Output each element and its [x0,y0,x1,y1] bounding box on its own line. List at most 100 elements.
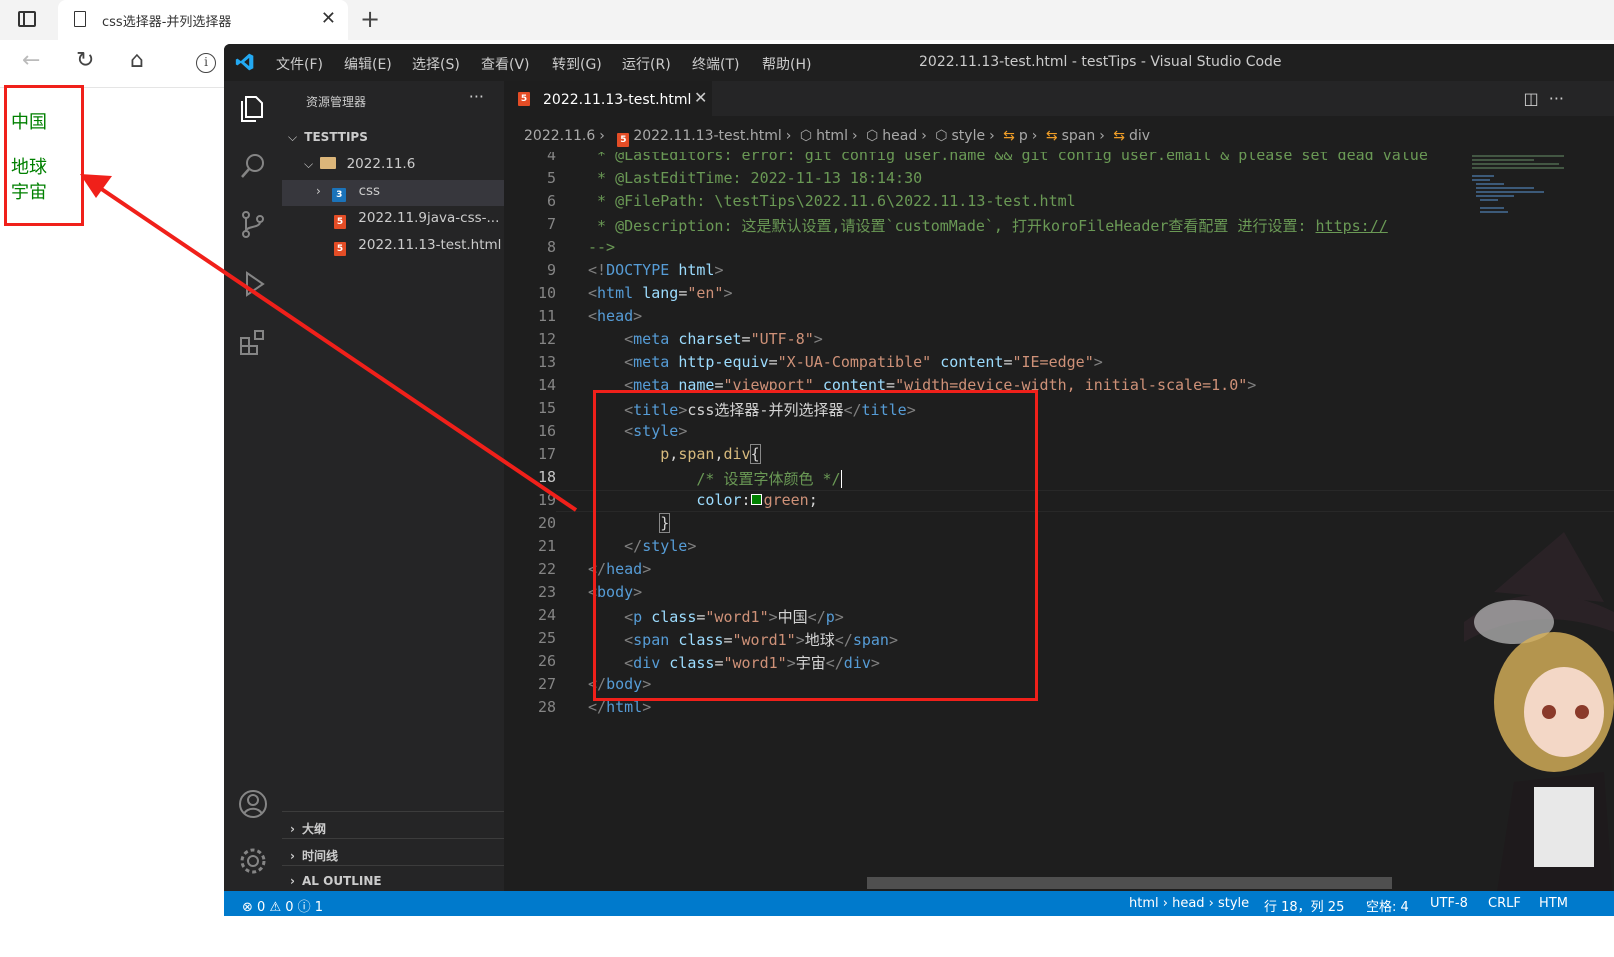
menu-view[interactable]: 查看(V) [481,54,530,74]
element-icon: ⬡ [866,128,879,144]
line-number: 26 [537,652,556,670]
line-number: 12 [537,330,556,348]
code-line: <meta name="viewport" content="width=dev… [624,376,1257,394]
tree-folder-2022-11-6[interactable]: ⌵ 2022.11.6 [282,154,504,178]
code-line: <div class="word1">宇宙</div> [624,654,880,672]
end-of-line[interactable]: CRLF [1488,896,1521,911]
color-swatch[interactable] [750,494,762,505]
tree-file-test-html[interactable]: 5 2022.11.13-test.html [282,235,504,259]
explorer-title: 资源管理器 [306,95,367,109]
menu-file[interactable]: 文件(F) [276,54,323,74]
more-actions-icon[interactable]: ··· [469,87,484,106]
line-number: 15 [537,399,556,417]
encoding[interactable]: UTF-8 [1430,896,1468,911]
line-number: 10 [537,284,556,302]
panel-timeline[interactable]: › 时间线 [282,838,504,864]
vscode-window: 文件(F) 编辑(E) 选择(S) 查看(V) 转到(G) 运行(R) 终端(T… [224,44,1614,916]
indentation[interactable]: 空格: 4 [1366,896,1409,915]
line-number: 4 [546,152,556,164]
breadcrumb-item[interactable]: div [1129,128,1150,144]
element-icon: ⬡ [799,128,813,144]
line-number: 23 [537,583,556,601]
vscode-logo-icon [235,53,254,71]
menu-run[interactable]: 运行(R) [622,54,671,74]
code-line: <p class="word1">中国</p> [624,608,844,626]
line-number: 18 [537,468,556,486]
breadcrumb-item[interactable]: 2022.11.13-test.html [633,128,781,144]
code-line: <title>css选择器-并列选择器</title> [624,401,916,419]
tab-actions-icon[interactable] [18,11,36,27]
menu-selection[interactable]: 选择(S) [412,54,460,74]
breadcrumb-item[interactable]: span [1062,128,1096,144]
word-universe: 宇宙 [11,182,47,203]
code-line: <meta http-equiv="X-UA-Compatible" conte… [624,353,1103,371]
selector-icon: ⇆ [1045,128,1058,144]
run-debug-icon[interactable] [236,267,270,301]
editor-tab[interactable]: 5 2022.11.13-test.html ✕ [504,81,712,116]
menu-go[interactable]: 转到(G) [552,54,602,74]
menu-edit[interactable]: 编辑(E) [344,54,392,74]
line-number: 6 [546,192,556,210]
back-icon[interactable]: ← [22,48,40,73]
split-editor-icon[interactable]: ◫ ··· [1523,89,1564,108]
html5-file-icon: 5 [334,242,346,256]
tree-file-java-css[interactable]: 5 2022.11.9java-css-... [282,208,504,232]
explorer-icon[interactable] [236,91,270,125]
browser-tab-strip: css选择器-并列选择器 ✕ + [0,0,1614,40]
problems-status[interactable]: ⊗ 0 ⚠ 0 ⓘ 1 [242,896,323,915]
menu-terminal[interactable]: 终端(T) [692,54,739,74]
extensions-icon[interactable] [236,326,270,360]
document-icon [74,11,86,27]
status-bar: ⊗ 0 ⚠ 0 ⓘ 1 html › head › style 行 18，列 2… [224,891,1614,916]
status-path[interactable]: html › head › style [1129,896,1249,911]
code-line: <style> [624,422,688,440]
editor-tab-label: 2022.11.13-test.html [543,92,692,108]
settings-gear-icon[interactable] [236,844,270,878]
breadcrumb-item[interactable]: 2022.11.6 [524,128,595,144]
html5-file-icon: 5 [334,215,346,229]
panel-label: AL OUTLINE [302,874,382,888]
folder-icon [320,157,337,169]
menu-help[interactable]: 帮助(H) [762,54,811,74]
panel-outline[interactable]: › 大纲 [282,811,504,837]
code-line: /* 设置字体颜色 */ [696,470,842,488]
tree-folder-css[interactable]: › 3 css [282,180,504,206]
refresh-icon[interactable]: ↻ [76,48,94,73]
breadcrumb-item[interactable]: p [1019,128,1028,144]
title-bar: 文件(F) 编辑(E) 选择(S) 查看(V) 转到(G) 运行(R) 终端(T… [224,44,1614,81]
editor-tabs: 5 2022.11.13-test.html ✕ ◫ ··· [504,81,1614,116]
chevron-down-icon: ⌵ [288,130,298,144]
search-icon[interactable] [236,149,270,183]
code-editor[interactable]: 4 5 6 7 8 9 10 11 12 13 14 15 16 17 18 19 20 21 22 23 24 25 26… [504,152,1614,891]
line-number: 13 [537,353,556,371]
mascot-decoration [1464,532,1614,891]
breadcrumb-item[interactable]: head [882,128,917,144]
site-info-icon[interactable]: i [196,53,216,73]
line-number: 5 [546,169,556,187]
line-number: 21 [537,537,556,555]
cursor-position[interactable]: 行 18，列 25 [1264,896,1344,915]
folder-label: css [358,183,381,199]
horizontal-scrollbar[interactable] [867,877,1392,889]
file-label: 2022.11.9java-css-... [358,210,500,226]
browser-tab[interactable]: css选择器-并列选择器 ✕ [58,0,348,40]
code-line: * @LastEditors: error: git config user.n… [588,152,1428,164]
word-china: 中国 [11,112,47,133]
breadcrumb-item[interactable]: style [952,128,986,144]
breadcrumb-item[interactable]: html [816,128,848,144]
language-mode[interactable]: HTM [1539,896,1568,911]
close-tab-icon[interactable]: ✕ [321,8,336,29]
code-line: p,span,div{ [660,444,761,464]
account-icon[interactable] [236,787,270,821]
line-number: 14 [537,376,556,394]
chevron-down-icon: ⌵ [304,157,314,171]
home-icon[interactable]: ⌂ [130,48,144,73]
info-count: 1 [314,900,324,915]
new-tab-button[interactable]: + [360,5,380,33]
close-icon[interactable]: ✕ [694,88,707,107]
minimap[interactable] [1464,152,1574,232]
panel-al-outline[interactable]: › AL OUTLINE [282,865,504,891]
workspace-header[interactable]: ⌵ TESTTIPS [282,129,504,151]
browser-tab-title: css选择器-并列选择器 [102,15,232,30]
source-control-icon[interactable] [236,207,270,241]
